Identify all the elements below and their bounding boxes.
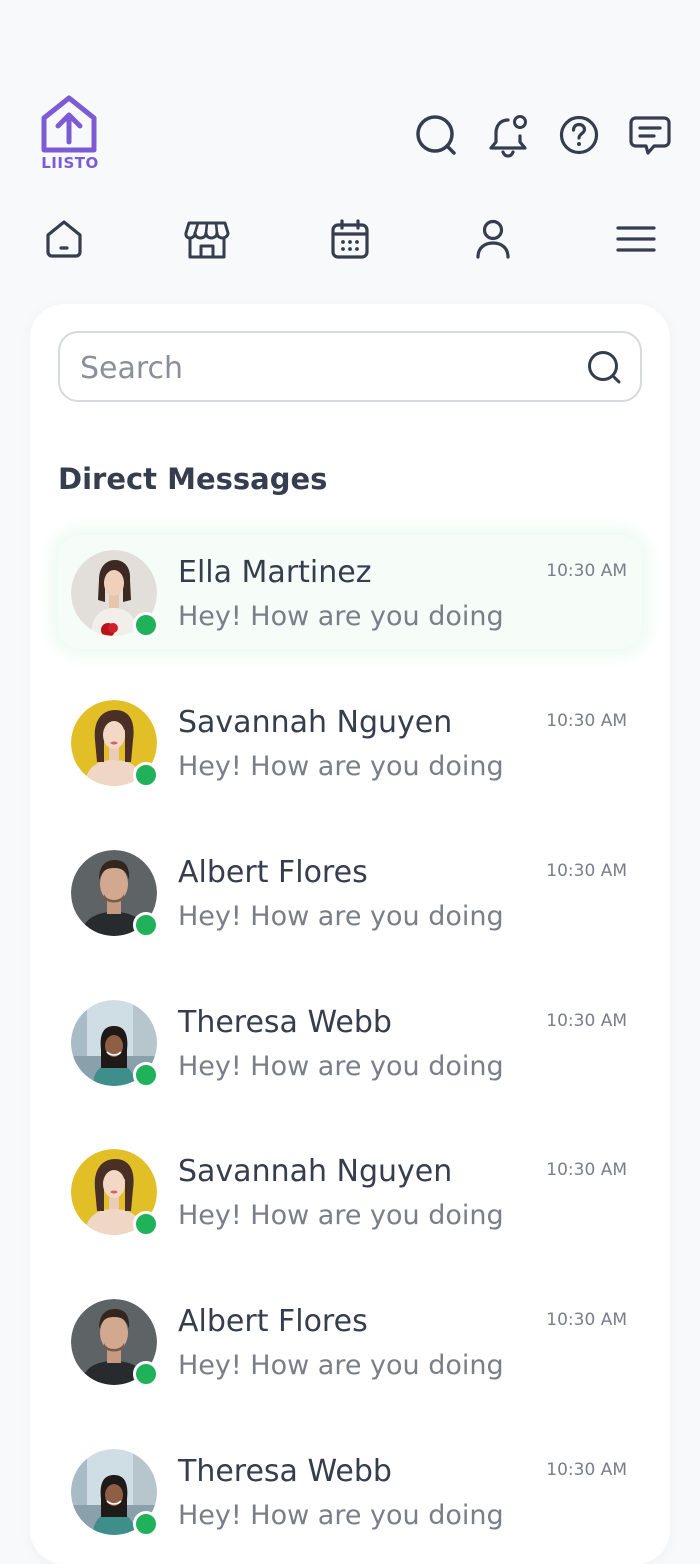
message-preview: Hey! How are you doing	[178, 1200, 504, 1231]
conversation-item[interactable]: Ella Martinez Hey! How are you doing 10:…	[58, 535, 642, 649]
help-icon	[559, 115, 599, 155]
message-preview: Hey! How are you doing	[178, 601, 504, 632]
conversation-item[interactable]: Theresa Webb Hey! How are you doing 10:3…	[58, 1434, 642, 1548]
search-icon	[416, 115, 456, 155]
online-status-dot	[133, 1062, 159, 1088]
contact-name: Savannah Nguyen	[178, 1154, 453, 1189]
nav-menu[interactable]	[613, 216, 659, 262]
liisto-logo[interactable]: LIISTO	[40, 94, 100, 174]
message-preview: Hey! How are you doing	[178, 751, 504, 782]
search-button[interactable]	[413, 112, 459, 158]
search-input[interactable]: Search	[58, 331, 642, 402]
contact-name: Ella Martinez	[178, 555, 372, 590]
online-status-dot	[133, 1361, 159, 1387]
help-button[interactable]	[556, 112, 602, 158]
online-status-dot	[133, 912, 159, 938]
online-status-dot	[133, 612, 159, 638]
message-time: 10:30 AM	[546, 711, 627, 731]
calendar-icon	[331, 219, 369, 259]
messages-button[interactable]	[627, 112, 673, 158]
menu-icon	[616, 226, 656, 252]
home-icon	[46, 220, 82, 258]
conversation-item[interactable]: Albert Flores Hey! How are you doing 10:…	[58, 1284, 642, 1398]
logo-text: LIISTO	[41, 154, 99, 172]
contact-name: Theresa Webb	[178, 1454, 392, 1489]
conversation-item[interactable]: Savannah Nguyen Hey! How are you doing 1…	[58, 685, 642, 799]
online-status-dot	[133, 762, 159, 788]
online-status-dot	[133, 1211, 159, 1237]
store-icon	[184, 221, 230, 259]
nav-calendar[interactable]	[327, 216, 373, 262]
contact-name: Savannah Nguyen	[178, 705, 453, 740]
notifications-button[interactable]	[485, 112, 531, 158]
message-time: 10:30 AM	[546, 1460, 627, 1480]
conversation-item[interactable]: Theresa Webb Hey! How are you doing 10:3…	[58, 985, 642, 1099]
nav-store[interactable]	[184, 216, 230, 262]
message-time: 10:30 AM	[546, 1160, 627, 1180]
user-icon	[476, 219, 510, 259]
section-title: Direct Messages	[58, 462, 328, 496]
message-time: 10:30 AM	[546, 1310, 627, 1330]
conversation-item[interactable]: Savannah Nguyen Hey! How are you doing 1…	[58, 1134, 642, 1248]
message-time: 10:30 AM	[546, 861, 627, 881]
message-preview: Hey! How are you doing	[178, 901, 504, 932]
message-preview: Hey! How are you doing	[178, 1051, 504, 1082]
message-time: 10:30 AM	[546, 1011, 627, 1031]
contact-name: Theresa Webb	[178, 1005, 392, 1040]
message-time: 10:30 AM	[546, 561, 627, 581]
search-placeholder: Search	[80, 351, 184, 386]
contact-name: Albert Flores	[178, 1304, 368, 1339]
search-icon	[586, 349, 622, 389]
conversation-item[interactable]: Albert Flores Hey! How are you doing 10:…	[58, 835, 642, 949]
contact-name: Albert Flores	[178, 855, 368, 890]
message-preview: Hey! How are you doing	[178, 1500, 504, 1531]
chat-icon	[629, 116, 671, 155]
bell-notification-icon	[489, 115, 527, 158]
logo-house-icon	[41, 95, 97, 153]
message-preview: Hey! How are you doing	[178, 1350, 504, 1381]
online-status-dot	[133, 1511, 159, 1537]
nav-profile[interactable]	[470, 216, 516, 262]
nav-home[interactable]	[41, 216, 87, 262]
